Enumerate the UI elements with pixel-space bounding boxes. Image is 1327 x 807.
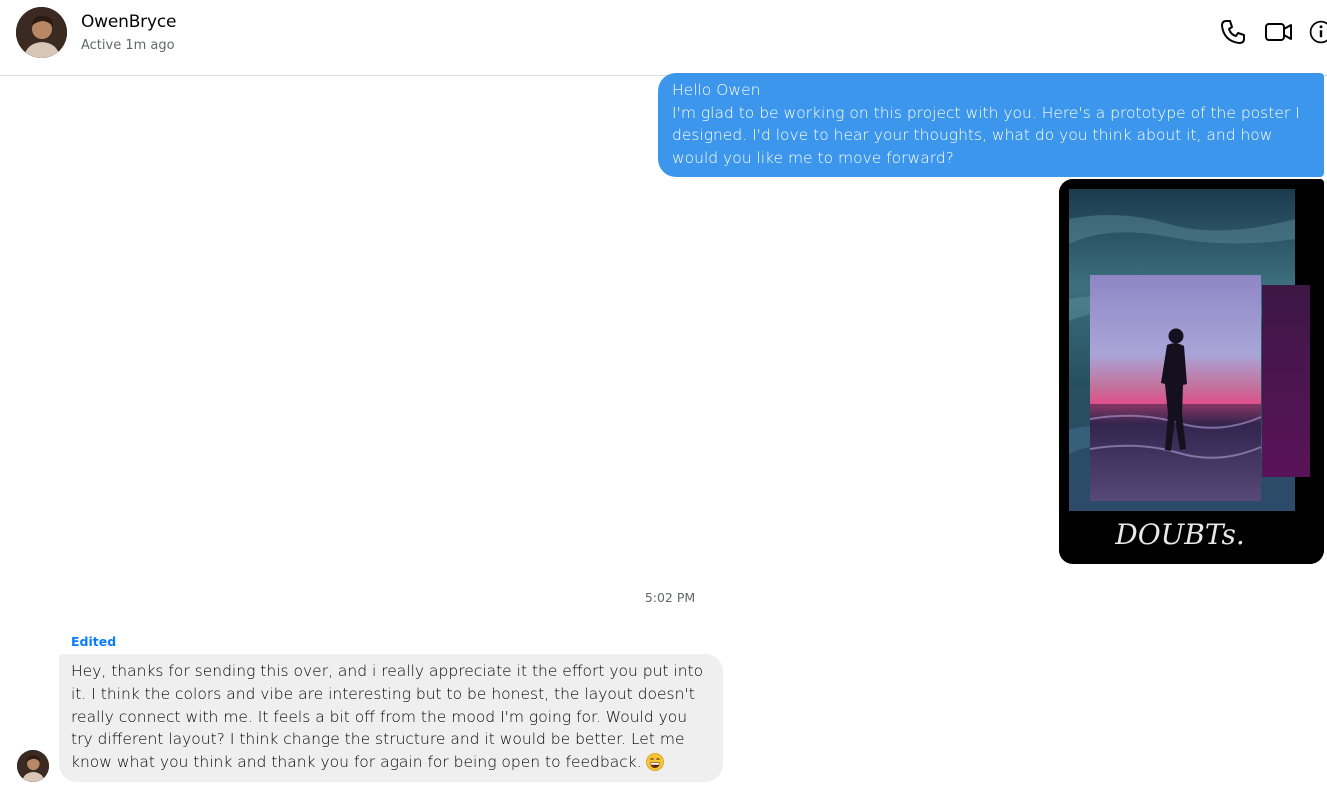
edited-label[interactable]: Edited [71, 634, 116, 649]
poster-image-attachment[interactable]: DOUBTs. [1059, 179, 1324, 564]
contact-avatar[interactable] [16, 7, 67, 58]
poster-title: DOUBTs. [1114, 518, 1245, 551]
incoming-message-bubble[interactable]: Hey, thanks for sending this over, and i… [59, 654, 723, 782]
outgoing-message-text: I'm glad to be working on this project w… [672, 103, 1300, 167]
conversation-header: OwenBryce Active 1m ago [0, 0, 1327, 76]
video-call-icon[interactable] [1263, 17, 1293, 47]
info-icon[interactable] [1308, 17, 1327, 47]
incoming-sender-avatar[interactable] [17, 750, 49, 782]
phone-icon[interactable] [1218, 17, 1248, 47]
contact-name[interactable]: OwenBryce [81, 12, 176, 32]
outgoing-message-bubble[interactable]: Hello Owen I'm glad to be working on thi… [658, 73, 1324, 177]
grinning-face-emoji [645, 753, 664, 772]
outgoing-greeting: Hello Owen [672, 81, 761, 99]
contact-status: Active 1m ago [81, 38, 175, 53]
incoming-message-text: Hey, thanks for sending this over, and i… [71, 662, 704, 772]
message-timestamp: 5:02 PM [644, 590, 696, 605]
